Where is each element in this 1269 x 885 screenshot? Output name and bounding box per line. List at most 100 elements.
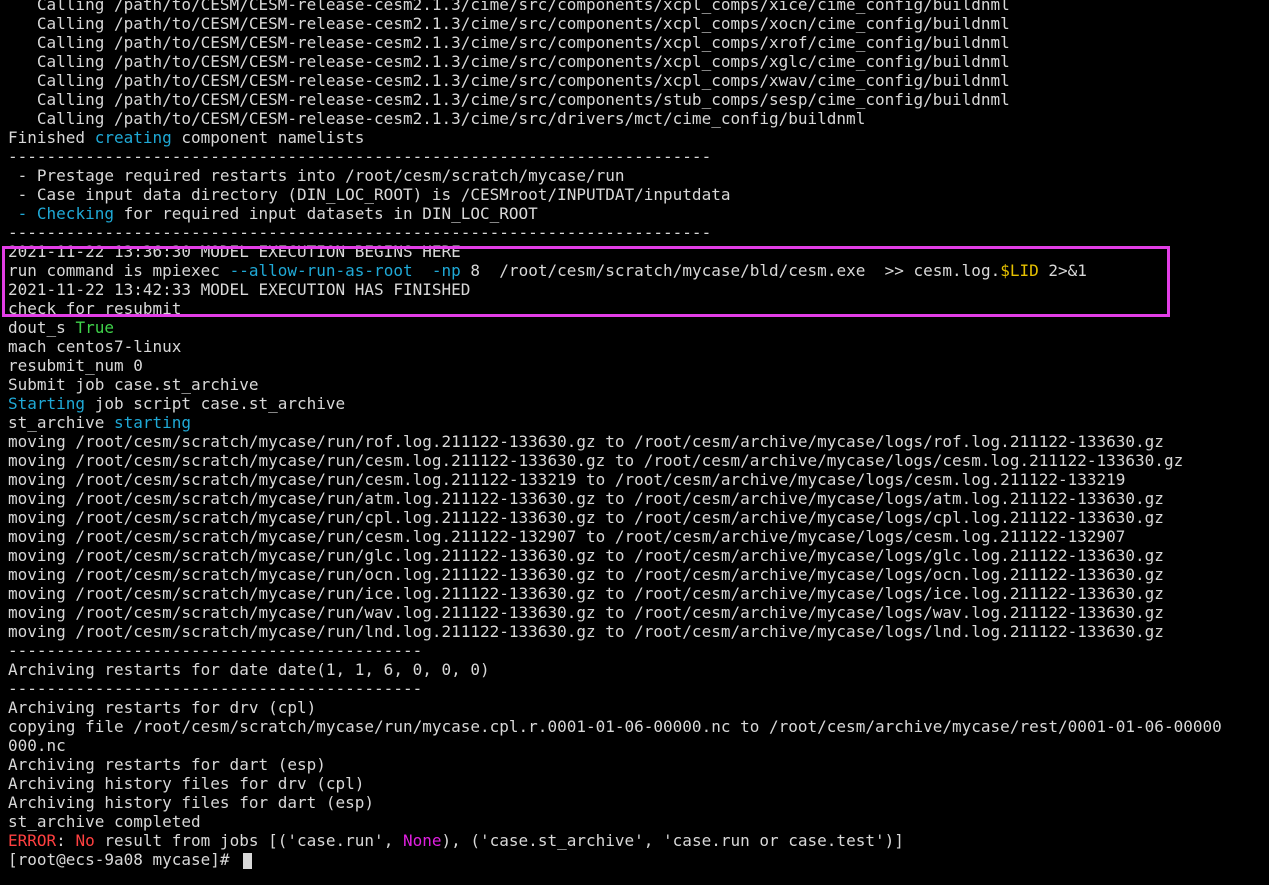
terminal-line: Calling /path/to/CESM/CESM-release-cesm2… — [8, 90, 1269, 109]
terminal-text: None — [402, 831, 442, 850]
terminal-line: Calling /path/to/CESM/CESM-release-cesm2… — [8, 14, 1269, 33]
terminal-text: Archiving restarts for drv (cpl) — [8, 698, 317, 717]
terminal-text: - — [8, 204, 37, 223]
terminal-line: Calling /path/to/CESM/CESM-release-cesm2… — [8, 71, 1269, 90]
terminal-text: Calling /path/to/CESM/CESM-release-cesm2… — [8, 52, 1010, 71]
terminal-text: True — [75, 318, 114, 337]
terminal-line: st_archive starting — [8, 413, 1269, 432]
terminal-text: : — [56, 831, 76, 850]
terminal-line: - Checking for required input datasets i… — [8, 204, 1269, 223]
terminal-text: 2021-11-22 13:36:30 MODEL EXECUTION BEGI… — [8, 242, 461, 261]
terminal-line: - Case input data directory (DIN_LOC_ROO… — [8, 185, 1269, 204]
terminal-text: Checking — [36, 204, 114, 223]
terminal-text: component namelists — [171, 128, 365, 147]
terminal-text: moving /root/cesm/scratch/mycase/run/atm… — [8, 489, 1164, 508]
terminal-text: 000.nc — [8, 736, 66, 755]
terminal-text: ERROR — [8, 831, 57, 850]
terminal-line: Calling /path/to/CESM/CESM-release-cesm2… — [8, 33, 1269, 52]
terminal-line: copying file /root/cesm/scratch/mycase/r… — [8, 717, 1269, 736]
terminal-text: Calling /path/to/CESM/CESM-release-cesm2… — [8, 33, 1010, 52]
terminal-line: mach centos7-linux — [8, 337, 1269, 356]
terminal-text: starting — [113, 413, 192, 432]
text-cursor[interactable] — [243, 852, 253, 869]
terminal-line: ----------------------------------------… — [8, 223, 1269, 242]
terminal-line: moving /root/cesm/scratch/mycase/run/rof… — [8, 432, 1269, 451]
terminal-line: Calling /path/to/CESM/CESM-release-cesm2… — [8, 52, 1269, 71]
terminal-text: ----------------------------------------… — [8, 641, 423, 660]
terminal-text: Calling /path/to/CESM/CESM-release-cesm2… — [8, 0, 1010, 14]
terminal-text: moving /root/cesm/scratch/mycase/run/lnd… — [8, 622, 1164, 641]
terminal-text: Archiving restarts for dart (esp) — [8, 755, 326, 774]
terminal-line: moving /root/cesm/scratch/mycase/run/cpl… — [8, 508, 1269, 527]
terminal-text: ----------------------------------------… — [8, 679, 423, 698]
terminal-line: st_archive completed — [8, 812, 1269, 831]
terminal-line: moving /root/cesm/scratch/mycase/run/ces… — [8, 451, 1269, 470]
terminal-line: Calling /path/to/CESM/CESM-release-cesm2… — [8, 0, 1269, 14]
terminal-text: moving /root/cesm/scratch/mycase/run/rof… — [8, 432, 1164, 451]
terminal-line: 000.nc — [8, 736, 1269, 755]
terminal-text: moving /root/cesm/scratch/mycase/run/ces… — [8, 470, 1126, 489]
terminal-text: st_archive completed — [8, 812, 201, 831]
terminal-text: Archiving history files for dart (esp) — [8, 793, 375, 812]
terminal-line: Calling /path/to/CESM/CESM-release-cesm2… — [8, 109, 1269, 128]
terminal-text: result from jobs [('case.run', — [94, 831, 403, 850]
terminal-text: [root@ecs-9a08 mycase]# — [8, 850, 240, 869]
terminal-text: Calling /path/to/CESM/CESM-release-cesm2… — [8, 109, 866, 128]
terminal-line: Submit job case.st_archive — [8, 375, 1269, 394]
terminal-text: - Prestage required restarts into /root/… — [8, 166, 625, 185]
terminal-text: for required input datasets in DIN_LOC_R… — [113, 204, 538, 223]
terminal-text: creating — [94, 128, 172, 147]
terminal-text: No — [75, 831, 95, 850]
terminal-text: --allow-run-as-root — [229, 261, 413, 280]
terminal-line: dout_s True — [8, 318, 1269, 337]
terminal-text: Submit job case.st_archive — [8, 375, 259, 394]
terminal-text: st_archive — [8, 413, 114, 432]
terminal-text: dout_s — [8, 318, 76, 337]
terminal-text: Archiving history files for drv (cpl) — [8, 774, 365, 793]
terminal-text: $LID — [1000, 261, 1039, 280]
terminal-text: run command is mpiexec — [8, 261, 230, 280]
terminal-line: moving /root/cesm/scratch/mycase/run/glc… — [8, 546, 1269, 565]
terminal-line: Archiving history files for drv (cpl) — [8, 774, 1269, 793]
terminal-text: Archiving restarts for date date(1, 1, 6… — [8, 660, 490, 679]
terminal-text: moving /root/cesm/scratch/mycase/run/glc… — [8, 546, 1164, 565]
terminal-line: Archiving history files for dart (esp) — [8, 793, 1269, 812]
terminal-text: resubmit_num 0 — [8, 356, 143, 375]
terminal-line: 2021-11-22 13:36:30 MODEL EXECUTION BEGI… — [8, 242, 1269, 261]
terminal-text: Finished — [8, 128, 95, 147]
terminal-text: moving /root/cesm/scratch/mycase/run/ces… — [8, 527, 1126, 546]
terminal-text: copying file /root/cesm/scratch/mycase/r… — [8, 717, 1222, 736]
terminal-text: - Case input data directory (DIN_LOC_ROO… — [8, 185, 731, 204]
terminal-line: Finished creating component namelists — [8, 128, 1269, 147]
terminal-text: ----------------------------------------… — [8, 223, 712, 242]
terminal-text: moving /root/cesm/scratch/mycase/run/ice… — [8, 584, 1164, 603]
terminal-line: Archiving restarts for drv (cpl) — [8, 698, 1269, 717]
terminal-text: Calling /path/to/CESM/CESM-release-cesm2… — [8, 14, 1010, 33]
terminal-line: Archiving restarts for dart (esp) — [8, 755, 1269, 774]
terminal-text: moving /root/cesm/scratch/mycase/run/cpl… — [8, 508, 1164, 527]
terminal-text: mach centos7-linux — [8, 337, 182, 356]
terminal-line: - Prestage required restarts into /root/… — [8, 166, 1269, 185]
terminal-text: Starting — [8, 394, 86, 413]
terminal-line: ----------------------------------------… — [8, 147, 1269, 166]
terminal-text: ), ('case.st_archive', 'case.run or case… — [441, 831, 904, 850]
terminal-line: moving /root/cesm/scratch/mycase/run/wav… — [8, 603, 1269, 622]
terminal-text: Calling /path/to/CESM/CESM-release-cesm2… — [8, 71, 1010, 90]
terminal-text: moving /root/cesm/scratch/mycase/run/wav… — [8, 603, 1164, 622]
terminal-line: moving /root/cesm/scratch/mycase/run/ces… — [8, 470, 1269, 489]
terminal-window[interactable]: Calling /path/to/CESM/CESM-release-cesm2… — [0, 0, 1269, 885]
terminal-line: moving /root/cesm/scratch/mycase/run/atm… — [8, 489, 1269, 508]
terminal-output: Calling /path/to/CESM/CESM-release-cesm2… — [8, 0, 1269, 869]
terminal-line: Archiving restarts for date date(1, 1, 6… — [8, 660, 1269, 679]
shell-prompt-line: [root@ecs-9a08 mycase]# — [8, 850, 1269, 869]
terminal-text: moving /root/cesm/scratch/mycase/run/ocn… — [8, 565, 1164, 584]
terminal-text: ----------------------------------------… — [8, 147, 712, 166]
terminal-line: run command is mpiexec --allow-run-as-ro… — [8, 261, 1269, 280]
terminal-line: ----------------------------------------… — [8, 641, 1269, 660]
terminal-line: moving /root/cesm/scratch/mycase/run/ces… — [8, 527, 1269, 546]
terminal-line: 2021-11-22 13:42:33 MODEL EXECUTION HAS … — [8, 280, 1269, 299]
terminal-line: moving /root/cesm/scratch/mycase/run/ocn… — [8, 565, 1269, 584]
terminal-text: job script case.st_archive — [85, 394, 346, 413]
terminal-line: ----------------------------------------… — [8, 679, 1269, 698]
